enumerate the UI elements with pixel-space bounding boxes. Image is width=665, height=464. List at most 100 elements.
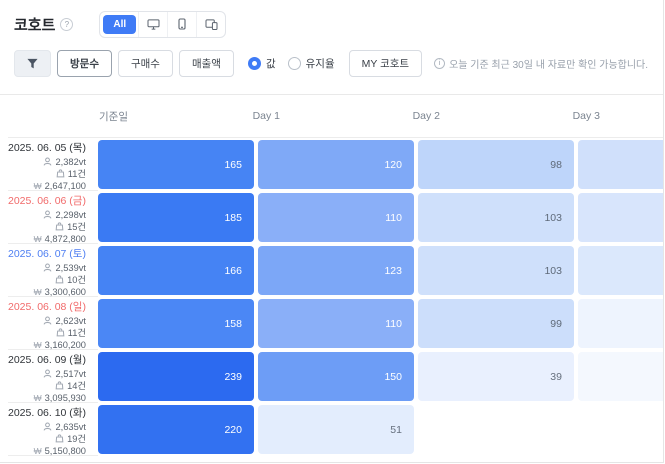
radio-retention[interactable]: 유지율 <box>288 56 335 71</box>
row-purchases-value: 19건 <box>67 433 86 445</box>
row-base-info: 2025. 06. 07 (토)2,539vt10건₩3,300,600 <box>8 244 98 297</box>
purchase-bag-icon <box>55 434 64 443</box>
row-visits: 2,623vt <box>8 315 86 327</box>
page-header: 코호트 ? All <box>0 0 663 39</box>
row-revenue-value: 5,150,800 <box>45 445 86 457</box>
cohort-cell-clipped[interactable] <box>578 193 664 242</box>
row-purchases: 11건 <box>8 168 86 180</box>
column-header-base-date: 기준일 <box>8 109 140 124</box>
toolbar: 방문수 구매수 매출액 값 유지율 MY 코호트 i 오늘 기준 최근 30일 … <box>14 50 663 77</box>
table-header: 기준일 Day 1 Day 2 Day 3 <box>8 95 663 138</box>
cohort-cell[interactable]: 220 <box>98 405 254 454</box>
row-visits: 2,539vt <box>8 262 86 274</box>
row-base-info: 2025. 06. 10 (화)2,635vt19건₩5,150,800 <box>8 403 98 456</box>
row-visits-value: 2,382vt <box>55 156 86 168</box>
row-cells: 185110103 <box>98 191 664 244</box>
row-purchases-value: 15건 <box>67 221 86 233</box>
cohort-cell-clipped[interactable] <box>578 299 664 348</box>
cohort-cell[interactable]: 120 <box>258 140 414 189</box>
row-date: 2025. 06. 06 (금) <box>8 195 86 209</box>
table-row: 2025. 06. 08 (일)2,623vt11건₩3,160,2001581… <box>8 297 663 350</box>
funnel-icon <box>26 58 39 70</box>
value-mode-radios: 값 유지율 <box>248 56 335 71</box>
pc-mobile-combo-icon <box>205 19 218 30</box>
visitor-icon <box>43 263 52 272</box>
help-icon[interactable]: ? <box>60 18 73 31</box>
row-visits: 2,382vt <box>8 156 86 168</box>
radio-retention-label: 유지율 <box>306 56 335 71</box>
purchase-bag-icon <box>55 275 64 284</box>
cohort-cell[interactable]: 166 <box>98 246 254 295</box>
cohort-cell[interactable]: 123 <box>258 246 414 295</box>
metric-button-revenue[interactable]: 매출액 <box>179 50 234 77</box>
visitor-icon <box>43 422 52 431</box>
cohort-cell[interactable]: 150 <box>258 352 414 401</box>
column-header-day3: Day 3 <box>460 110 620 122</box>
table-row: 2025. 06. 10 (화)2,635vt19건₩5,150,8002205… <box>8 403 663 456</box>
visitor-icon <box>43 157 52 166</box>
row-visits: 2,298vt <box>8 209 86 221</box>
visitor-icon <box>43 210 52 219</box>
cohort-cell[interactable]: 103 <box>418 246 574 295</box>
row-visits-value: 2,635vt <box>55 421 86 433</box>
row-revenue: ₩5,150,800 <box>8 445 86 457</box>
metric-button-purchases[interactable]: 구매수 <box>118 50 173 77</box>
cohort-cell-clipped[interactable] <box>578 246 664 295</box>
filter-button[interactable] <box>14 50 51 77</box>
cohort-cell[interactable]: 51 <box>258 405 414 454</box>
notice: i 오늘 기준 최근 30일 내 자료만 확인 가능합니다. <box>434 56 648 71</box>
cohort-cell[interactable]: 165 <box>98 140 254 189</box>
row-date: 2025. 06. 08 (일) <box>8 301 86 315</box>
row-visits-value: 2,623vt <box>55 315 86 327</box>
row-visits-value: 2,517vt <box>55 368 86 380</box>
cohort-cell[interactable] <box>418 405 574 454</box>
cohort-cell[interactable]: 110 <box>258 193 414 242</box>
purchase-bag-icon <box>55 222 64 231</box>
row-cells: 15811099 <box>98 297 664 350</box>
row-date: 2025. 06. 05 (목) <box>8 142 86 156</box>
my-cohort-button[interactable]: MY 코호트 <box>349 50 422 77</box>
tab-pc-mobile[interactable] <box>196 12 225 37</box>
cohort-cell-clipped[interactable] <box>578 140 664 189</box>
device-tab-group: All <box>99 11 226 38</box>
purchase-bag-icon <box>55 381 64 390</box>
cohort-cell[interactable]: 110 <box>258 299 414 348</box>
cohort-cell-clipped[interactable] <box>578 405 664 454</box>
cohort-cell-clipped[interactable] <box>578 352 664 401</box>
row-purchases: 19건 <box>8 433 86 445</box>
column-header-day2: Day 2 <box>300 110 460 122</box>
row-visits-value: 2,298vt <box>55 209 86 221</box>
radio-value-label: 값 <box>266 56 276 71</box>
row-purchases: 10건 <box>8 274 86 286</box>
radio-value[interactable]: 값 <box>248 56 276 71</box>
tab-pc[interactable] <box>138 12 167 37</box>
purchase-bag-icon <box>56 169 65 178</box>
cohort-cell[interactable]: 158 <box>98 299 254 348</box>
table-body: 2025. 06. 05 (목)2,382vt11건₩2,647,1001651… <box>0 138 663 456</box>
row-base-info: 2025. 06. 09 (월)2,517vt14건₩3,095,930 <box>8 350 98 403</box>
cohort-cell[interactable]: 99 <box>418 299 574 348</box>
info-icon: i <box>434 58 445 69</box>
table-row: 2025. 06. 09 (월)2,517vt14건₩3,095,9302391… <box>8 350 663 403</box>
cohort-cell[interactable]: 239 <box>98 352 254 401</box>
cohort-cell[interactable]: 98 <box>418 140 574 189</box>
row-base-info: 2025. 06. 08 (일)2,623vt11건₩3,160,200 <box>8 297 98 350</box>
cohort-page: 코호트 ? All <box>0 0 664 463</box>
row-purchases: 15건 <box>8 221 86 233</box>
cohort-cell[interactable]: 103 <box>418 193 574 242</box>
row-purchases-value: 14건 <box>67 380 86 392</box>
tab-mobile[interactable] <box>167 12 196 37</box>
notice-text: 오늘 기준 최근 30일 내 자료만 확인 가능합니다. <box>449 56 648 71</box>
tab-all-devices[interactable]: All <box>103 15 136 34</box>
cohort-cell[interactable]: 185 <box>98 193 254 242</box>
row-date: 2025. 06. 07 (토) <box>8 248 86 262</box>
row-cells: 22051 <box>98 403 664 456</box>
cohort-cell[interactable]: 39 <box>418 352 574 401</box>
table-row: 2025. 06. 07 (토)2,539vt10건₩3,300,6001661… <box>8 244 663 297</box>
row-purchases-value: 11건 <box>68 168 86 180</box>
metric-button-visits[interactable]: 방문수 <box>57 50 112 77</box>
row-purchases: 11건 <box>8 327 86 339</box>
row-cells: 16512098 <box>98 138 664 191</box>
purchase-bag-icon <box>56 328 65 337</box>
column-header-day1: Day 1 <box>140 110 300 122</box>
